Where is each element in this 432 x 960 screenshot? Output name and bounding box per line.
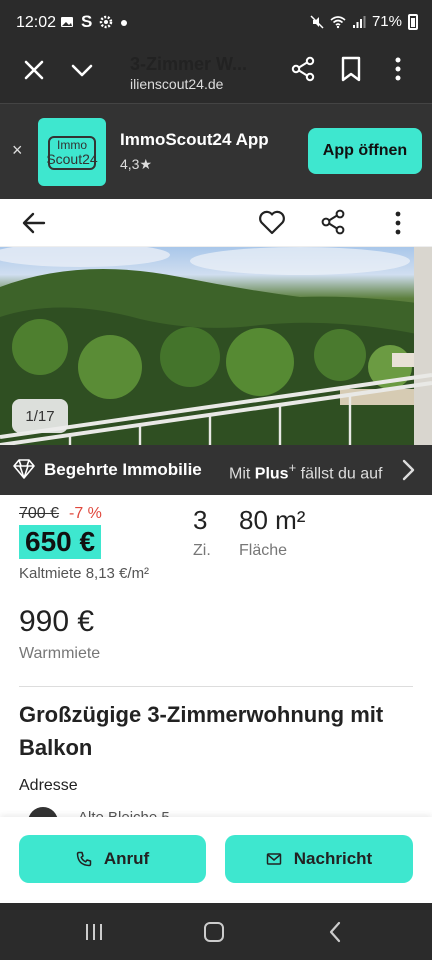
dot-icon bbox=[121, 20, 128, 26]
upsell-brand: Plus bbox=[254, 465, 289, 483]
rooms-label: Zi. bbox=[193, 542, 211, 559]
listing-details: 700 € -7 % 650 € Kaltmiete 8,13 €/m² 3 Z… bbox=[0, 495, 432, 817]
call-button-label: Anruf bbox=[103, 849, 150, 868]
home-icon[interactable] bbox=[204, 922, 224, 942]
cold-rent-per-sqm: Kaltmiete 8,13 €/m² bbox=[19, 565, 150, 582]
banner-dismiss-icon[interactable]: × bbox=[12, 140, 23, 161]
message-button-label: Nachricht bbox=[293, 849, 373, 868]
status-time: 12:02 bbox=[16, 14, 57, 31]
browser-url[interactable]: ilienscout24.de bbox=[130, 76, 223, 92]
share-icon[interactable] bbox=[320, 208, 346, 236]
carrier-glyph: S bbox=[81, 12, 93, 31]
listing-toolbar bbox=[0, 199, 432, 247]
contact-action-bar: Anruf Nachricht bbox=[0, 817, 432, 903]
warm-rent-label: Warmmiete bbox=[19, 645, 101, 662]
warm-rent-value: 990 € bbox=[19, 605, 95, 638]
phone-icon bbox=[76, 851, 92, 867]
battery-percent: 71% bbox=[371, 13, 402, 30]
highlight-label: Begehrte Immobilie bbox=[44, 460, 202, 479]
app-install-banner: × Immo Scout24 ImmoScout24 App 4,3★ App … bbox=[0, 103, 432, 199]
app-name: ImmoScout24 App bbox=[120, 130, 269, 149]
cold-rent-price: 650 € bbox=[19, 525, 102, 559]
listing-photo[interactable]: 1/17 bbox=[0, 247, 432, 445]
chevron-down-icon[interactable] bbox=[70, 58, 94, 82]
diamond-icon bbox=[13, 459, 35, 479]
battery-icon bbox=[408, 13, 418, 30]
close-icon[interactable] bbox=[22, 58, 46, 82]
chevron-right-icon[interactable] bbox=[398, 457, 418, 483]
upsell-plus: + bbox=[288, 460, 297, 475]
wifi-icon bbox=[330, 15, 346, 28]
address-text[interactable]: Alte Bleiche 5 bbox=[78, 809, 170, 817]
plus-upsell-text: Mit Plus+ fällst du auf bbox=[229, 460, 382, 483]
signal-icon bbox=[352, 15, 366, 28]
call-button[interactable]: Anruf bbox=[19, 835, 206, 883]
bookmark-icon[interactable] bbox=[340, 56, 362, 82]
back-arrow-icon[interactable] bbox=[20, 209, 48, 237]
back-icon[interactable] bbox=[328, 921, 342, 943]
divider bbox=[19, 686, 413, 687]
address-label: Adresse bbox=[19, 777, 78, 794]
logo-text-line2: Scout24 bbox=[46, 150, 98, 167]
more-icon[interactable] bbox=[388, 56, 408, 82]
location-pin-icon bbox=[28, 807, 58, 817]
status-right-icons: 71% bbox=[310, 13, 418, 30]
upsell-suffix: fällst du auf bbox=[300, 465, 383, 483]
status-left-icons: S bbox=[60, 12, 128, 32]
heart-icon[interactable] bbox=[258, 209, 286, 235]
share-icon[interactable] bbox=[290, 56, 316, 82]
envelope-icon bbox=[266, 853, 282, 865]
system-nav-bar bbox=[0, 903, 432, 960]
area-value: 80 m² bbox=[239, 505, 306, 535]
status-bar: 12:02 S 71% bbox=[0, 0, 432, 48]
highlight-banner[interactable]: Begehrte Immobilie Mit Plus+ fällst du a… bbox=[0, 445, 432, 495]
settings-icon bbox=[100, 15, 113, 29]
more-icon[interactable] bbox=[388, 209, 408, 237]
old-price: 700 € bbox=[19, 505, 60, 522]
app-logo: Immo Scout24 bbox=[38, 118, 106, 186]
photo-counter: 1/17 bbox=[12, 399, 68, 433]
app-rating: 4,3★ bbox=[120, 156, 153, 172]
rooms-value: 3 bbox=[193, 505, 208, 535]
listing-title: Großzügige 3-Zimmerwohnung mit Balkon bbox=[19, 702, 384, 760]
upsell-prefix: Mit bbox=[229, 465, 251, 483]
mute-icon bbox=[310, 14, 324, 29]
open-app-button[interactable]: App öffnen bbox=[308, 128, 422, 174]
area-label: Fläche bbox=[239, 542, 288, 559]
message-button[interactable]: Nachricht bbox=[225, 835, 413, 883]
browser-toolbar: 3-Zimmer W... ilienscout24.de bbox=[0, 48, 432, 103]
recents-icon[interactable] bbox=[84, 923, 104, 941]
image-icon bbox=[61, 17, 73, 27]
discount-badge: -7 % bbox=[69, 505, 102, 522]
